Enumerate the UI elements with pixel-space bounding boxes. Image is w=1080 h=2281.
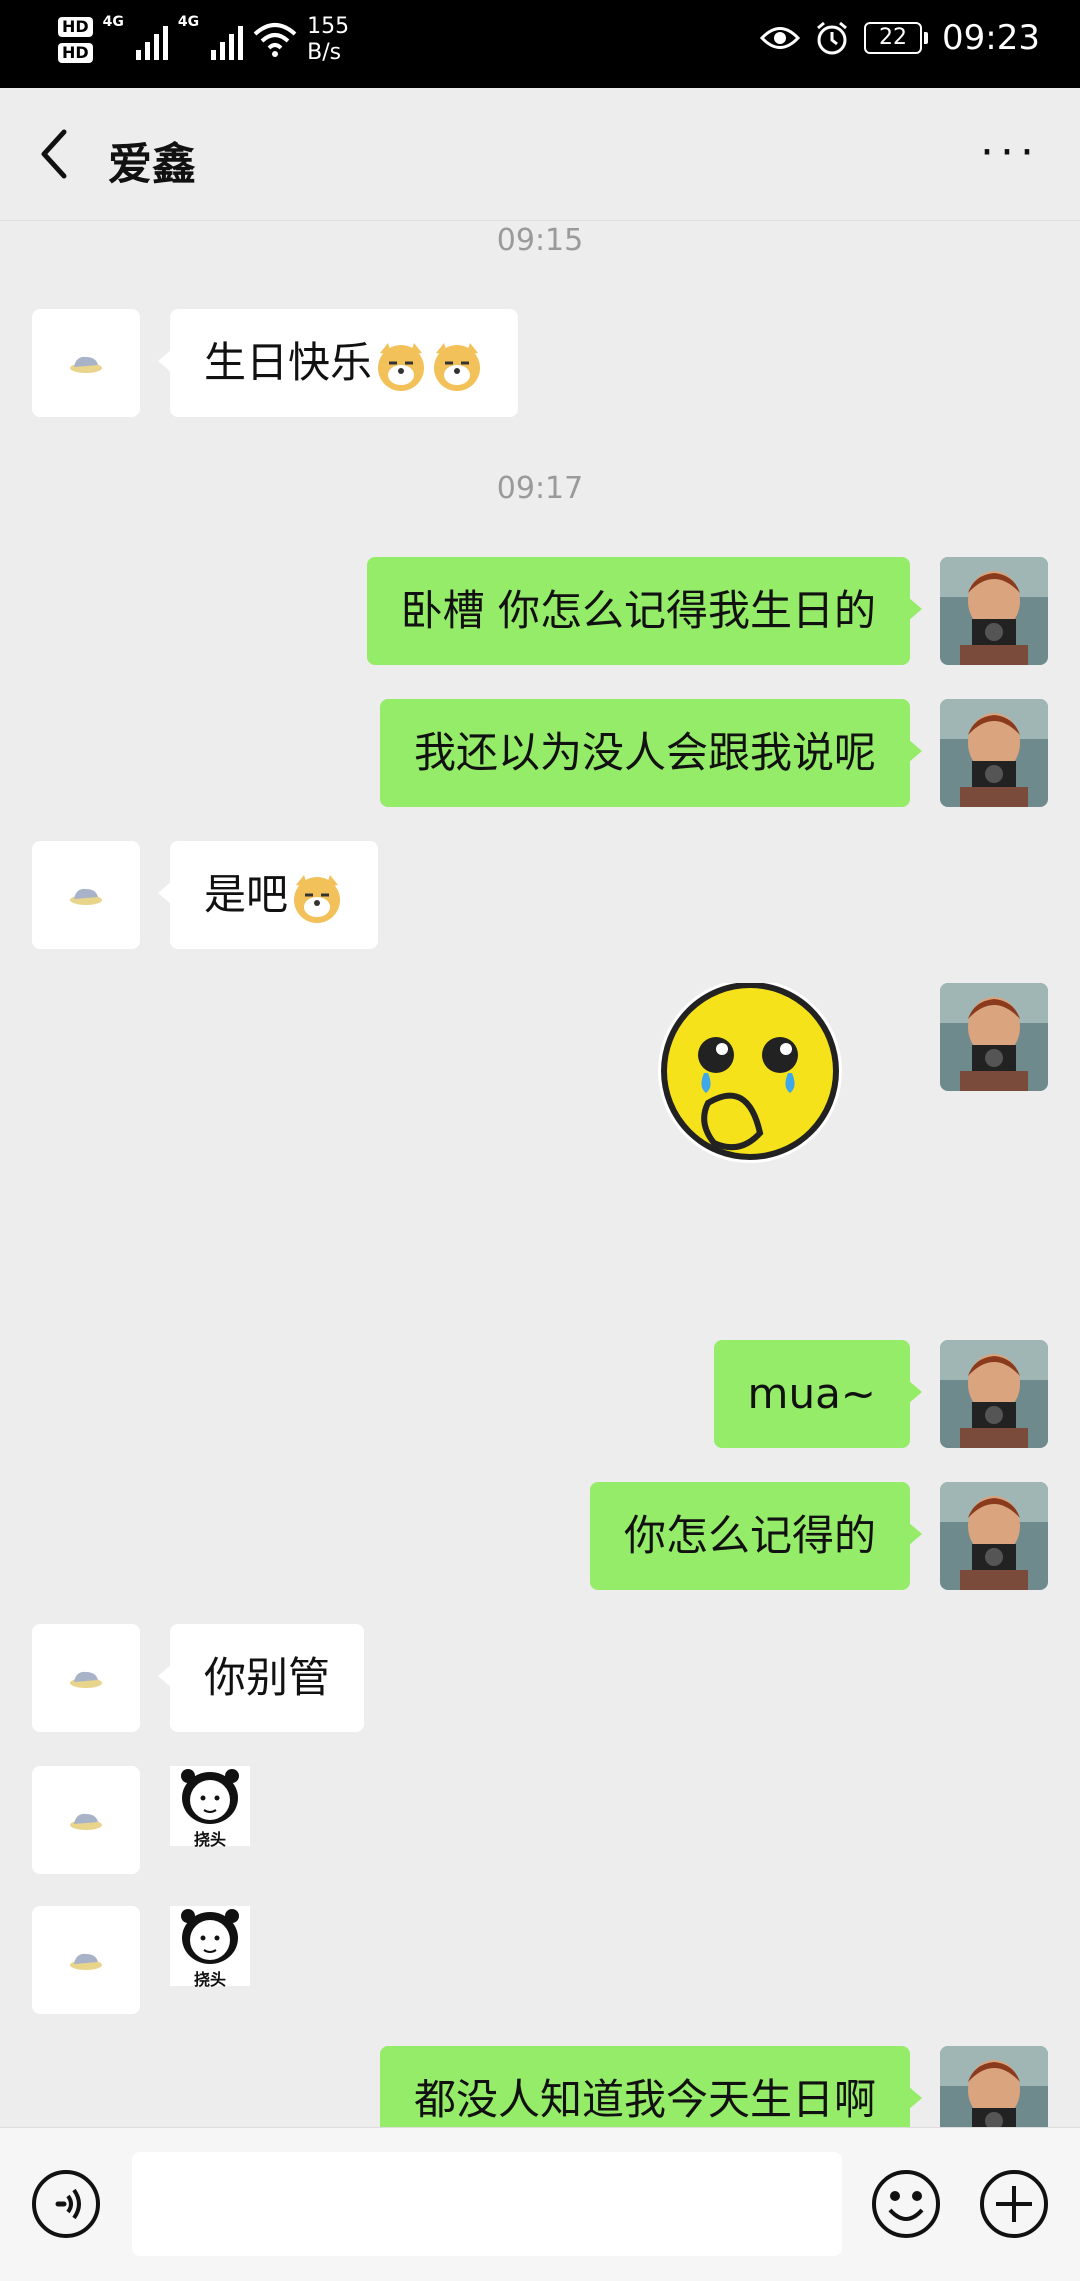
signal-icon [135,20,168,60]
message-bubble-outgoing[interactable]: 你怎么记得的 [589,1482,923,1590]
my-avatar[interactable] [940,699,1048,807]
status-left: HD HD 4G 4G 155 B/s [58,14,349,66]
more-icon[interactable]: ··· [980,131,1040,175]
network-type-1: 4G [102,14,124,30]
message-text: mua~ [747,1369,876,1418]
hd-badges: HD HD [58,17,93,63]
speed-value: 155 [307,14,350,39]
message-text: 都没人知道我今天生日啊 [413,2075,876,2124]
message-input[interactable] [132,2152,842,2256]
shoe-icon [70,1671,102,1688]
message-text: 卧槽 你怎么记得我生日的 [400,586,876,635]
hd-badge-1: HD [58,17,93,37]
crying-emoji-sticker[interactable] [648,983,848,1173]
message-list[interactable]: 09:15 生日快乐 09:17 卧槽 你怎么记得我生日的 我还以为没人会跟我说… [0,221,1080,2127]
input-bar [0,2127,1080,2281]
battery-icon: 22 [864,22,929,54]
status-bar: HD HD 4G 4G 155 B/s 22 09:23 [0,0,1080,88]
chevron-left-icon[interactable] [30,124,80,184]
signal-icon-2 [211,20,244,60]
my-avatar-photo [940,2046,1048,2127]
my-avatar-photo [940,1482,1048,1590]
my-avatar[interactable] [940,2046,1048,2127]
message-text: 生日快乐 [204,338,373,387]
doge-emoji-icon [294,874,341,923]
my-avatar[interactable] [940,1340,1048,1448]
my-avatar[interactable] [940,557,1048,665]
message-bubble-outgoing[interactable]: mua~ [713,1340,923,1448]
panda-sticker[interactable]: 挠头 [170,1766,250,1849]
message-bubble-incoming[interactable]: 你别管 [157,1624,365,1732]
contact-avatar[interactable] [32,1906,140,2014]
plus-icon[interactable] [978,2168,1050,2240]
chat-header: 爱鑫 ··· [0,88,1080,221]
my-avatar[interactable] [940,983,1048,1091]
message-text: 是吧 [204,870,289,919]
eye-icon [760,27,801,49]
message-bubble-incoming[interactable]: 生日快乐 [157,309,519,417]
message-bubble-outgoing[interactable]: 都没人知道我今天生日啊 [379,2046,923,2127]
contact-avatar[interactable] [32,309,140,417]
message-bubble-outgoing[interactable]: 我还以为没人会跟我说呢 [379,699,923,807]
my-avatar-photo [940,983,1048,1091]
panda-sticker[interactable]: 挠头 [170,1906,250,1989]
contact-avatar[interactable] [32,841,140,949]
panda-face-icon [181,1769,239,1824]
alarm-icon [817,21,847,55]
timestamp: 09:15 [496,223,584,258]
message-text: 我还以为没人会跟我说呢 [413,728,876,777]
shoe-icon [70,888,102,905]
hd-badge-2: HD [58,43,93,63]
network-type-2: 4G [177,14,200,30]
doge-emoji-icon [378,342,425,391]
my-avatar-photo [940,1340,1048,1448]
my-avatar-photo [940,557,1048,665]
message-bubble-outgoing[interactable]: 卧槽 你怎么记得我生日的 [366,557,923,665]
shoe-icon [70,356,102,373]
message-text: 你怎么记得的 [623,1511,876,1560]
shoe-icon [70,1813,102,1830]
battery-level: 22 [864,22,923,54]
wifi-icon [253,23,297,57]
contact-avatar[interactable] [32,1766,140,1874]
my-avatar[interactable] [940,1482,1048,1590]
emoji-icon[interactable] [870,2168,942,2240]
clock: 09:23 [942,18,1040,58]
sticker-caption: 挠头 [193,1830,226,1849]
doge-emoji-icon [434,342,481,391]
panda-face-icon [181,1909,239,1964]
chat-title: 爱鑫 [108,139,196,190]
message-bubble-incoming[interactable]: 是吧 [157,841,379,949]
shoe-icon [70,1953,102,1970]
speed-unit: B/s [307,40,342,65]
my-avatar-photo [940,699,1048,807]
status-right: 22 09:23 [760,18,1040,58]
timestamp: 09:17 [496,471,584,506]
contact-avatar[interactable] [32,1624,140,1732]
message-text: 你别管 [204,1653,331,1702]
voice-icon[interactable] [30,2168,102,2240]
network-speed: 155 B/s [307,14,349,66]
sticker-caption: 挠头 [193,1970,226,1989]
